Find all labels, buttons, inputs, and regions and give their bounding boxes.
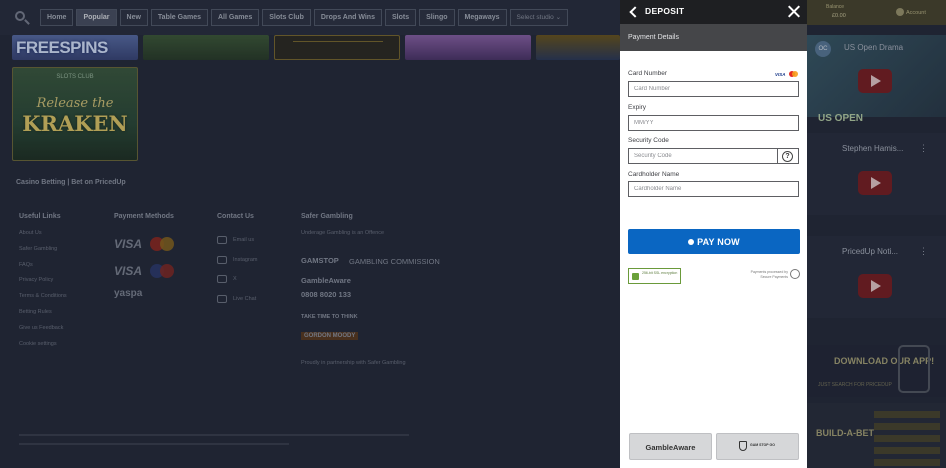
gambleaware-label: GambleAware [645, 443, 696, 452]
deposit-header: DEPOSIT [620, 0, 807, 24]
security-code-label: Security Code [628, 137, 669, 144]
card-number-label: Card Number [628, 70, 668, 77]
processor-badge: Payments processed by Secure Payments [750, 268, 800, 282]
help-icon: ? [782, 151, 793, 162]
expiry-input[interactable] [628, 115, 799, 131]
expiry-label: Expiry [628, 104, 647, 111]
deposit-title: DEPOSIT [645, 6, 685, 16]
cardholder-name-input[interactable] [628, 181, 799, 197]
gamstop-button[interactable]: GAM STOP GO [716, 433, 799, 460]
close-icon[interactable] [788, 5, 801, 18]
secure-badge-text: 256-bit SSL encryption [642, 271, 678, 275]
gamstop-label: GAM STOP GO [750, 443, 775, 447]
payment-details-bar: Payment Details [620, 24, 807, 51]
mastercard-icon [788, 71, 798, 77]
back-arrow-icon[interactable] [629, 6, 639, 18]
pay-now-button[interactable]: PAY NOW [628, 229, 800, 254]
pay-now-label: PAY NOW [697, 236, 740, 247]
payment-details-label: Payment Details [628, 34, 679, 41]
visa-icon: VISA [775, 71, 786, 77]
processor-logo-icon [790, 269, 800, 279]
security-code-help[interactable]: ? [777, 148, 799, 164]
gamstop-icon [739, 441, 747, 451]
accepted-cards: VISA [775, 71, 798, 77]
shield-icon [632, 273, 639, 280]
secure-badge: 256-bit SSL encryption [628, 268, 681, 284]
security-code-input[interactable] [628, 148, 778, 164]
lock-icon [688, 238, 695, 245]
gambleaware-button[interactable]: GambleAware [629, 433, 712, 460]
deposit-modal: DEPOSIT Payment Details Card Number VISA… [620, 0, 807, 468]
processor-text: Payments processed by Secure Payments [750, 270, 788, 279]
card-number-input[interactable] [628, 81, 799, 97]
cardholder-name-label: Cardholder Name [628, 171, 680, 178]
